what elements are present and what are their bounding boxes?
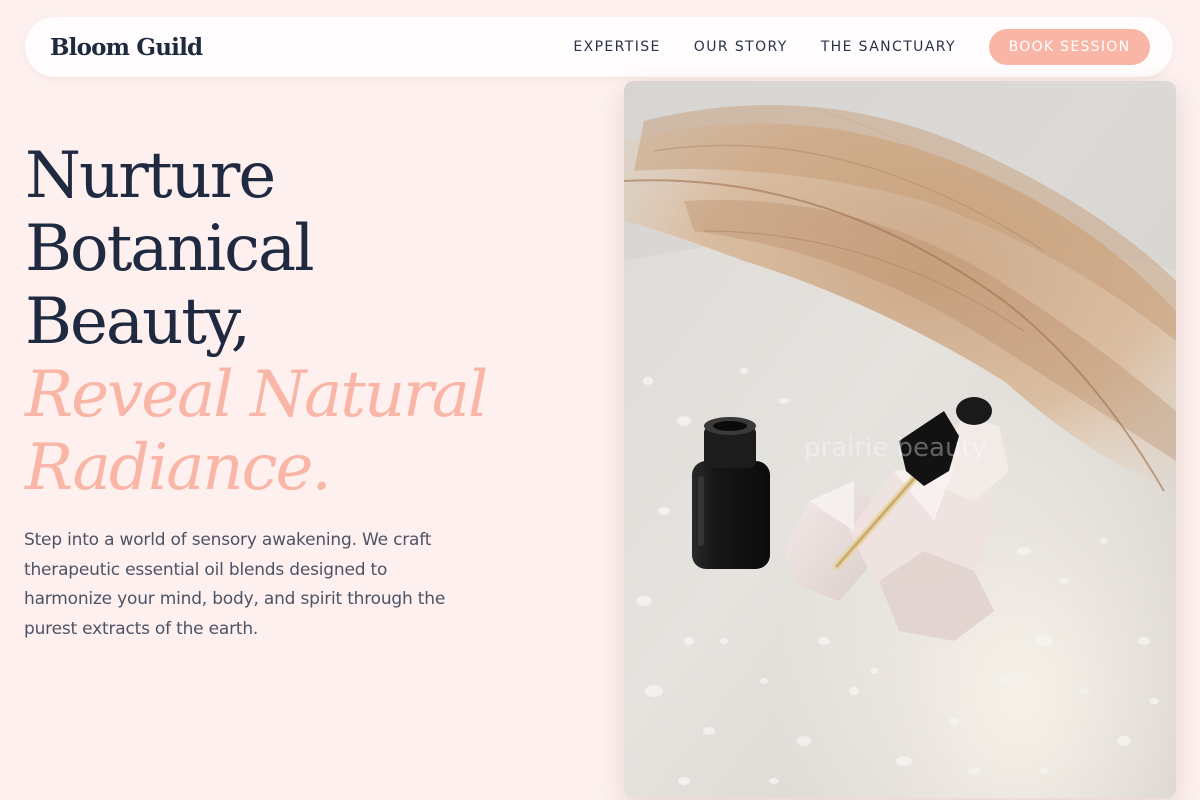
hero-title-line: Beauty, [25, 285, 251, 359]
navbar: Bloom Guild EXPERTISE OUR STORY THE SANC… [25, 17, 1173, 77]
hero-product-photo: prairie beauty [624, 81, 1176, 798]
nav-links: EXPERTISE OUR STORY THE SANCTUARY BOOK S… [573, 29, 1150, 65]
brand-logo[interactable]: Bloom Guild [50, 34, 203, 61]
image-watermark: prairie beauty [804, 433, 987, 463]
hero-title: Nurture Botanical Beauty, Reveal Natural… [25, 140, 595, 505]
hero-title-accent-line: Radiance. [25, 431, 332, 505]
hero-title-line: Nurture [25, 139, 276, 213]
nav-link-our-story[interactable]: OUR STORY [694, 39, 788, 55]
nav-link-the-sanctuary[interactable]: THE SANCTUARY [821, 39, 956, 55]
hero-title-line: Botanical [25, 212, 315, 286]
hero-description: Step into a world of sensory awakening. … [24, 530, 446, 639]
nav-link-expertise[interactable]: EXPERTISE [573, 39, 660, 55]
book-session-button[interactable]: BOOK SESSION [989, 29, 1150, 65]
hero-title-accent-line: Reveal Natural [25, 358, 488, 432]
